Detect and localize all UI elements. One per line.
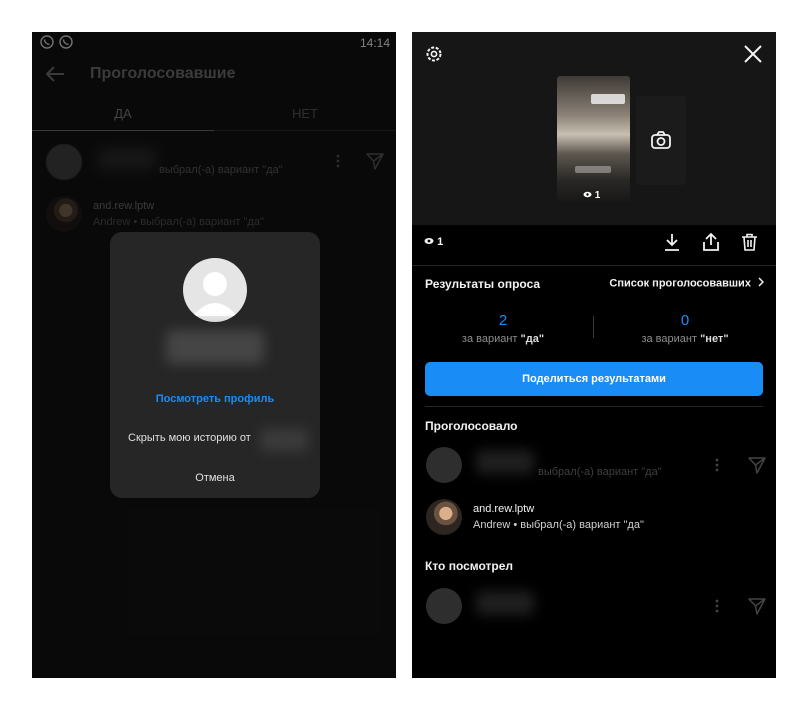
profile-dialog: Посмотреть профиль Скрыть мою историю от…	[110, 232, 320, 498]
views-indicator[interactable]: 1	[424, 236, 443, 248]
story-thumbnail[interactable]: 1	[557, 76, 630, 206]
story-caption-mark	[575, 166, 611, 173]
send-icon[interactable]	[748, 456, 766, 479]
divider	[425, 406, 763, 407]
eye-icon	[424, 236, 434, 248]
username-blurred	[166, 330, 264, 364]
poll-results-title: Результаты опроса	[425, 277, 541, 291]
voters-list-link-label: Список проголосовавших	[609, 277, 751, 290]
more-icon[interactable]	[715, 599, 719, 618]
voted-section-title: Проголосовало	[425, 419, 518, 433]
vote-label: за вариант "да"	[412, 333, 594, 345]
cancel-button[interactable]: Отмена	[110, 472, 320, 484]
add-story-tile[interactable]	[636, 96, 686, 185]
voters-screen: 14:14 Проголосовавшие ДА НЕТ выбрал(-а) …	[32, 32, 396, 678]
eye-icon	[583, 190, 592, 201]
share-results-button[interactable]: Поделиться результатами	[425, 362, 763, 396]
voters-list-link[interactable]: Список проголосовавших	[609, 277, 765, 290]
vote-label: за вариант "нет"	[594, 333, 776, 345]
avatar[interactable]	[426, 588, 462, 624]
view-profile-button[interactable]: Посмотреть профиль	[110, 393, 320, 405]
poll-option-no: 0 за вариант "нет"	[594, 312, 776, 345]
preview-views-count: 1	[594, 190, 601, 202]
list-item[interactable]: and.rew.lptw Andrew • выбрал(-а) вариант…	[412, 497, 776, 537]
views-count: 1	[437, 236, 444, 248]
download-icon[interactable]	[664, 233, 680, 256]
vote-label-prefix: за вариант	[641, 333, 698, 345]
divider	[412, 265, 776, 266]
viewers-section-title: Кто посмотрел	[425, 559, 514, 573]
list-item[interactable]	[412, 585, 776, 629]
avatar[interactable]	[426, 447, 462, 483]
avatar[interactable]	[426, 499, 462, 535]
close-icon[interactable]	[744, 45, 762, 68]
share-icon[interactable]	[702, 232, 720, 256]
vote-option: "нет"	[700, 333, 729, 345]
vote-option: "да"	[520, 333, 545, 345]
trash-icon[interactable]	[741, 233, 758, 256]
vote-count: 0	[680, 312, 690, 329]
camera-icon[interactable]	[651, 131, 671, 154]
settings-icon[interactable]	[424, 44, 444, 69]
username-blurred	[476, 450, 534, 474]
username[interactable]: and.rew.lptw	[473, 503, 534, 515]
avatar	[183, 258, 247, 322]
send-icon[interactable]	[748, 597, 766, 620]
selection-pointer	[589, 219, 601, 225]
preview-views: 1	[583, 190, 600, 201]
more-icon[interactable]	[715, 458, 719, 477]
poll-sticker	[591, 94, 625, 104]
list-item[interactable]: выбрал(-а) вариант "да"	[412, 444, 776, 488]
username-blurred	[476, 591, 534, 615]
vote-label-prefix: за вариант	[461, 333, 518, 345]
poll-option-yes: 2 за вариант "да"	[412, 312, 594, 345]
hide-story-button[interactable]: Скрыть мою историю от	[128, 432, 251, 444]
poll-results-screen: 1 1 Результаты опроса Список проголосова…	[412, 32, 776, 678]
hide-story-username-blurred	[260, 428, 308, 452]
chevron-right-icon	[758, 277, 765, 290]
vote-subtitle: Andrew • выбрал(-а) вариант "да"	[473, 519, 644, 531]
vote-subtitle: выбрал(-а) вариант "да"	[538, 466, 662, 478]
vote-count: 2	[498, 312, 508, 329]
